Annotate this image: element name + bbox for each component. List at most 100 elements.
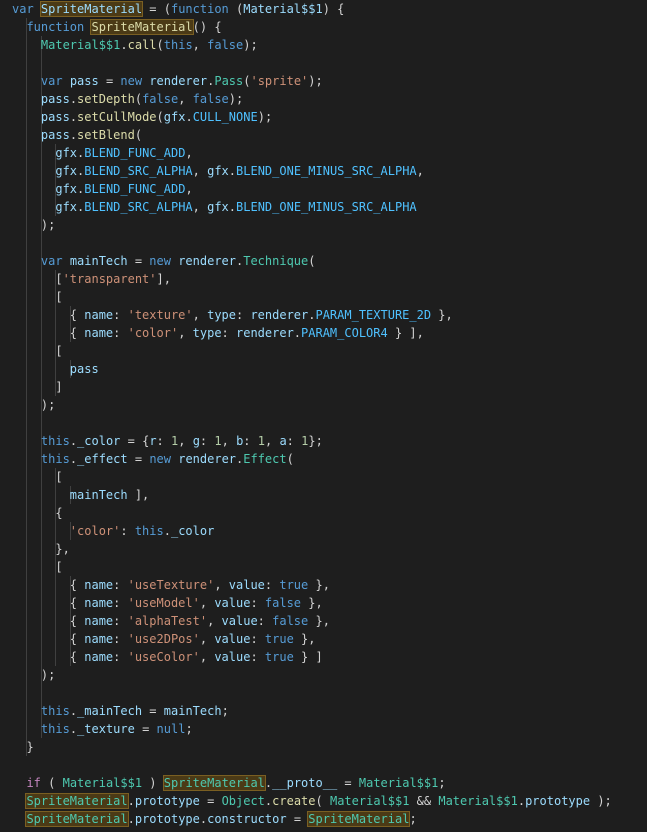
code-token-cls: Technique <box>243 254 309 268</box>
code-line[interactable]: function SpriteMaterial() { <box>12 18 222 36</box>
code-token-punc: = ( <box>142 2 171 16</box>
code-line[interactable]: [ <box>12 288 62 306</box>
code-token-str: 'texture' <box>127 308 193 322</box>
code-line[interactable]: var mainTech = new renderer.Technique( <box>12 252 316 270</box>
code-token-bool: false <box>264 596 302 610</box>
code-token-punc: }, <box>431 308 453 322</box>
code-token-cls: Pass <box>214 74 244 88</box>
code-line[interactable]: { <box>12 504 62 522</box>
code-token-punc: ) { <box>322 2 345 16</box>
code-token-punc: : <box>236 308 251 322</box>
code-token-punc: ( <box>308 254 316 268</box>
code-line[interactable]: pass <box>12 360 99 378</box>
code-line[interactable]: mainTech ], <box>12 486 149 504</box>
code-token-bool: false <box>142 92 179 106</box>
code-line[interactable]: pass.setBlend( <box>12 126 142 144</box>
code-line[interactable]: { name: 'alphaTest', value: false }, <box>12 612 330 630</box>
code-line[interactable]: Material$$1.call(this, false); <box>12 36 258 54</box>
code-token-punc: = <box>286 812 309 826</box>
code-token-var: pass <box>40 92 70 106</box>
code-token-punc <box>12 704 41 718</box>
code-token-punc: . <box>69 722 78 736</box>
code-token-prop: _texture <box>77 722 135 736</box>
code-token-punc: . <box>293 326 302 340</box>
code-token-punc: : <box>199 434 215 448</box>
code-line[interactable]: [ <box>12 558 62 576</box>
code-token-kw: this <box>40 452 70 466</box>
code-line[interactable]: { name: 'color', type: renderer.PARAM_CO… <box>12 324 424 342</box>
code-line[interactable]: { name: 'useColor', value: true } ] <box>12 648 323 666</box>
code-token-punc: = <box>199 794 222 808</box>
code-line[interactable]: this._effect = new renderer.Effect( <box>12 450 294 468</box>
code-line[interactable]: ); <box>12 216 55 234</box>
code-line[interactable]: 'color': this._color <box>12 522 215 540</box>
code-line[interactable]: ] <box>12 378 62 396</box>
code-token-cls: Object <box>221 794 265 808</box>
code-token-const: BLEND_ONE_MINUS_SRC_ALPHA <box>236 200 417 214</box>
code-line[interactable]: gfx.BLEND_SRC_ALPHA, gfx.BLEND_ONE_MINUS… <box>12 198 417 216</box>
code-token-punc <box>12 74 41 88</box>
code-token-var: gfx <box>55 164 78 178</box>
code-token-punc: , <box>214 578 229 592</box>
code-token-fn: create <box>272 794 316 808</box>
code-token-var: renderer <box>250 308 309 322</box>
code-line[interactable]: this._texture = null; <box>12 720 193 738</box>
code-token-punc: , <box>185 146 193 160</box>
code-editor[interactable]: var SpriteMaterial = ( function ( Material… <box>0 0 647 832</box>
code-token-bool: false <box>192 92 229 106</box>
code-token-kw: this <box>40 434 70 448</box>
code-token-punc: ( <box>228 2 244 16</box>
code-token-punc: : <box>120 524 135 538</box>
code-line[interactable]: [ <box>12 342 62 360</box>
code-line[interactable]: { name: 'useTexture', value: true }, <box>12 576 330 594</box>
code-token-punc <box>12 812 26 826</box>
code-token-cls: Effect <box>243 452 287 466</box>
code-line[interactable]: }, <box>12 540 69 558</box>
code-line[interactable]: ); <box>12 666 55 684</box>
code-token-punc: } <box>12 740 34 754</box>
code-token-punc: , <box>207 614 222 628</box>
code-line[interactable]: gfx.BLEND_SRC_ALPHA, gfx.BLEND_ONE_MINUS… <box>12 162 424 180</box>
code-token-punc: }, <box>308 614 330 628</box>
code-line[interactable]: var pass = new renderer.Pass('sprite'); <box>12 72 323 90</box>
code-token-punc: { <box>12 326 85 340</box>
code-token-punc <box>12 524 70 538</box>
code-token-punc: ; <box>221 704 229 718</box>
code-line[interactable]: ['transparent'], <box>12 270 171 288</box>
code-token-cls: SpriteMaterial <box>307 811 411 827</box>
code-token-const: BLEND_SRC_ALPHA <box>84 200 193 214</box>
code-token-str: 'color' <box>127 326 179 340</box>
code-token-kw: this <box>40 704 70 718</box>
code-line[interactable]: gfx.BLEND_FUNC_ADD, <box>12 180 192 198</box>
code-token-punc: : <box>221 326 236 340</box>
code-token-punc: ( <box>286 452 294 466</box>
code-token-punc: { <box>12 578 85 592</box>
code-line[interactable]: { name: 'use2DPos', value: true }, <box>12 630 316 648</box>
code-line[interactable]: } <box>12 738 34 756</box>
code-token-punc: { <box>12 650 85 664</box>
code-token-kw: function <box>26 20 92 34</box>
code-token-cls: Material$$1 <box>438 794 518 808</box>
code-line[interactable]: this._color = {r: 1, g: 1, b: 1, a: 1}; <box>12 432 323 450</box>
code-token-str: 'useTexture' <box>127 578 215 592</box>
code-token-var: mainTech <box>163 704 222 718</box>
code-line[interactable]: SpriteMaterial.prototype.constructor = S… <box>12 810 417 828</box>
code-line[interactable]: var SpriteMaterial = (function (Material… <box>12 0 344 18</box>
code-token-punc <box>12 182 55 196</box>
code-token-punc: ) <box>142 776 164 790</box>
code-line[interactable]: SpriteMaterial.prototype = Object.create… <box>12 792 612 810</box>
code-line[interactable]: { name: 'useModel', value: false }, <box>12 594 323 612</box>
code-line[interactable]: if ( Material$$1 ) SpriteMaterial.__prot… <box>12 774 446 792</box>
code-line[interactable]: gfx.BLEND_FUNC_ADD, <box>12 144 193 162</box>
code-token-punc: : <box>257 614 273 628</box>
code-line[interactable]: { name: 'texture', type: renderer.PARAM_… <box>12 306 453 324</box>
code-line[interactable]: [ <box>12 468 62 486</box>
code-token-prop: value <box>214 650 251 664</box>
code-line[interactable]: this._mainTech = mainTech; <box>12 702 229 720</box>
code-line[interactable]: ); <box>12 396 55 414</box>
code-token-kw: var <box>40 74 70 88</box>
code-token-var: mainTech <box>69 254 128 268</box>
code-line[interactable]: pass.setCullMode(gfx.CULL_NONE); <box>12 108 272 126</box>
code-token-var: gfx <box>207 164 229 178</box>
code-line[interactable]: pass.setDepth(false, false); <box>12 90 243 108</box>
